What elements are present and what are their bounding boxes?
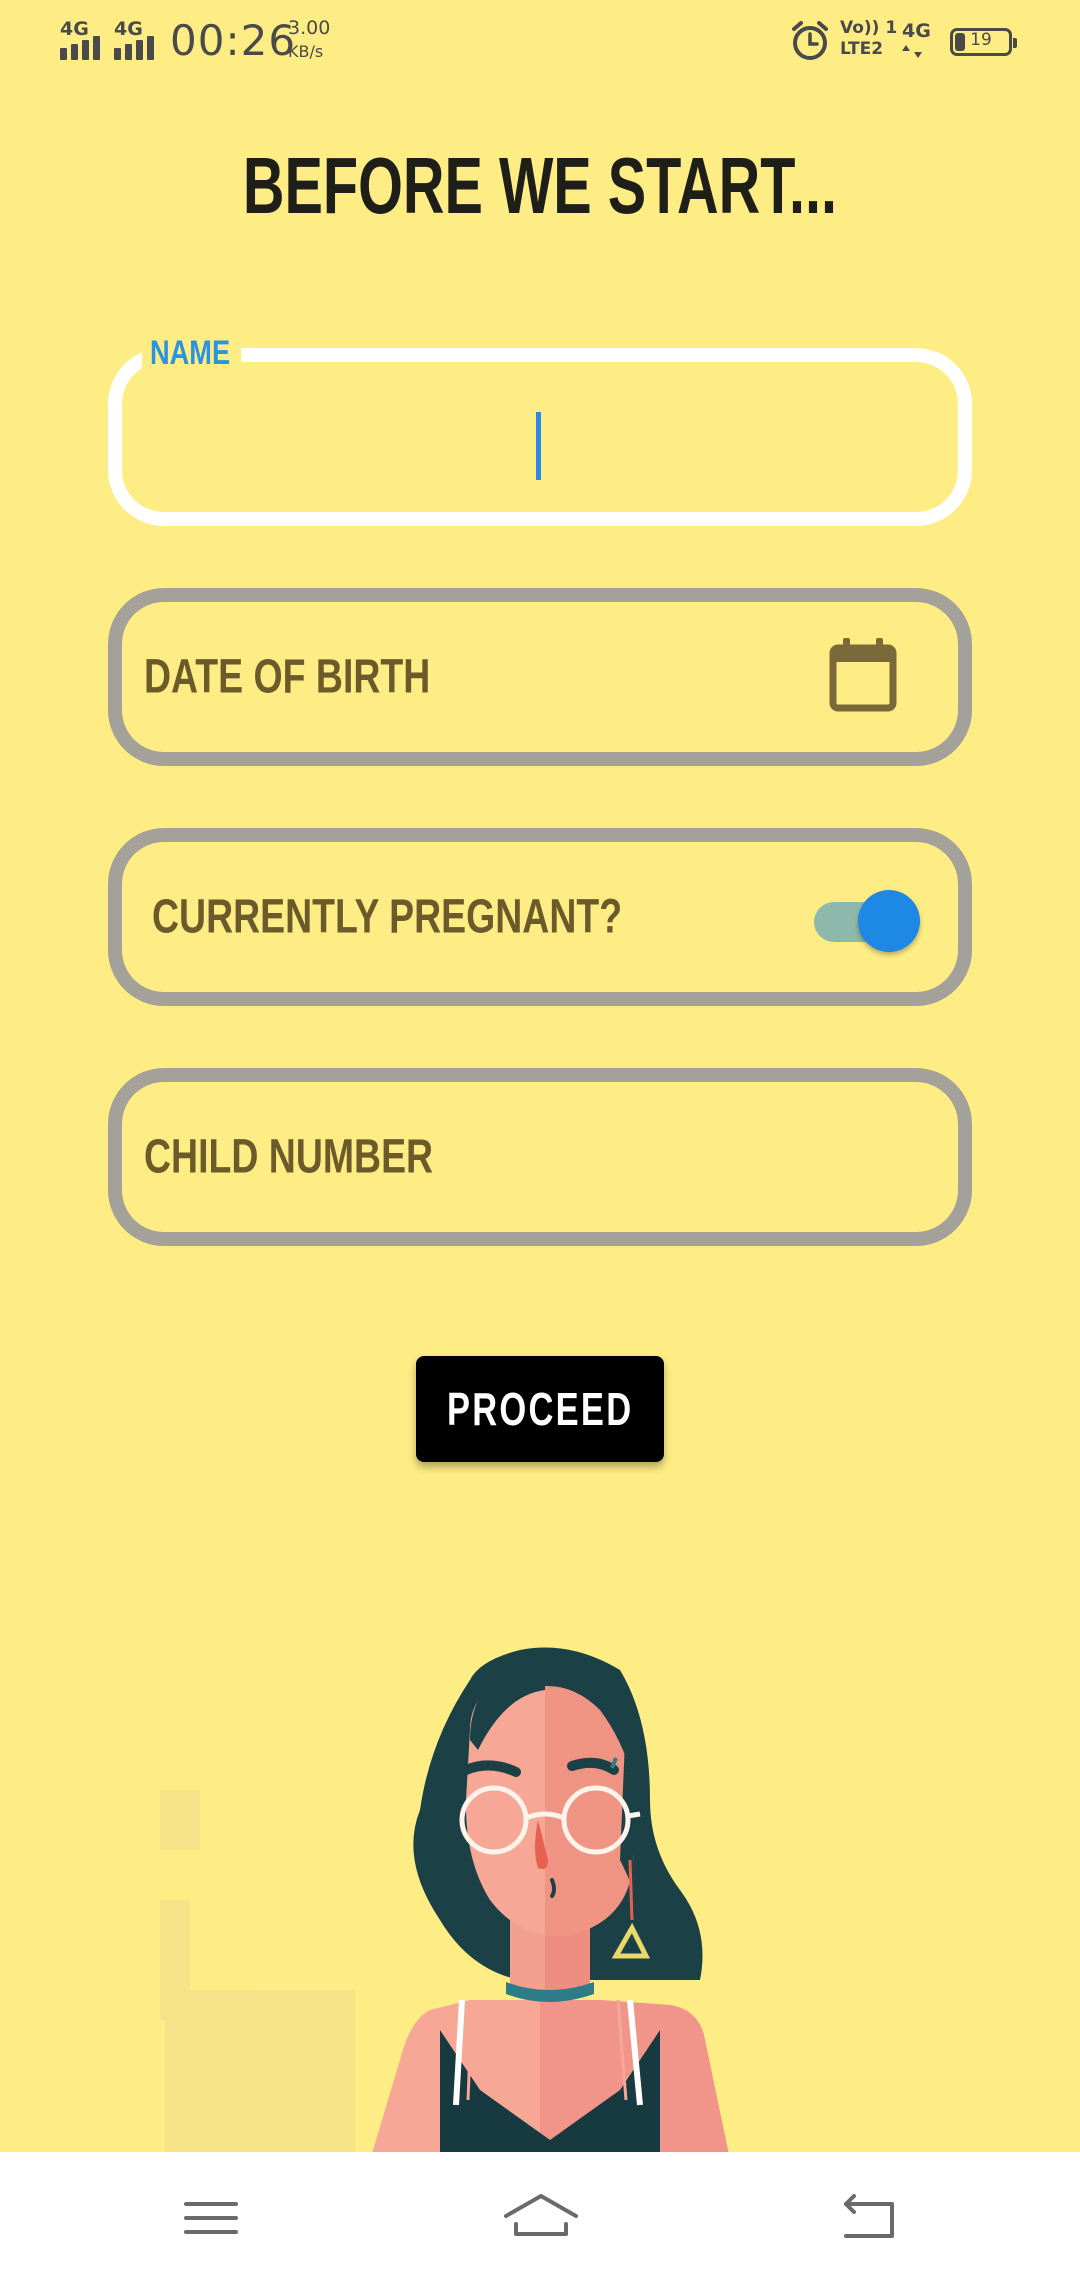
signal-sim1-icon: 4G [60,18,118,62]
sim1-network-label: 4G [60,18,89,40]
home-icon[interactable] [496,2182,586,2252]
sim2-network-label: 4G [114,18,143,40]
back-icon[interactable] [826,2182,916,2252]
network-type-indicator: 4G [902,20,942,64]
status-bar: 4G 4G 00:26 3.00 KB/s Vo)) 1 LTE2 4G 19 [0,0,1080,84]
menu-icon[interactable] [166,2182,256,2252]
proceed-button[interactable]: PROCEED [416,1356,664,1462]
woman-illustration [160,1647,730,2160]
proceed-button-label: PROCEED [447,1383,634,1435]
date-of-birth-label: DATE OF BIRTH [144,650,431,704]
battery-icon: 19 [950,28,1017,56]
volte-line2: LTE2 [840,39,884,59]
date-of-birth-field[interactable]: DATE OF BIRTH [108,588,972,766]
currently-pregnant-toggle[interactable] [812,882,922,954]
network-speed-unit: KB/s [288,42,324,61]
network-speed-value: 3.00 [288,17,331,39]
data-arrows-icon [902,45,922,58]
page-title: BEFORE WE START... [242,141,838,230]
navigation-bar [0,2152,1080,2280]
child-number-input[interactable]: CHILD NUMBER [108,1068,972,1246]
status-clock: 00:26 [170,16,297,65]
name-input[interactable]: NAME [108,334,972,526]
screen: 4G 4G 00:26 3.00 KB/s Vo)) 1 LTE2 4G 19 … [0,0,1080,2280]
text-cursor [536,412,541,480]
network-type-label: 4G [902,20,931,42]
volte-line1: Vo)) 1 [840,18,898,38]
currently-pregnant-label: CURRENTLY PREGNANT? [152,890,623,944]
calendar-icon[interactable] [828,636,898,714]
alarm-icon [792,21,828,60]
network-speed: 3.00 KB/s [288,16,348,64]
toggle-thumb [858,890,920,952]
battery-level: 19 [970,30,992,50]
volte-indicator: Vo)) 1 LTE2 [840,18,898,60]
signal-sim2-icon: 4G [114,18,172,62]
currently-pregnant-field: CURRENTLY PREGNANT? [108,828,972,1006]
name-field-label: NAME [142,334,242,373]
child-number-label: CHILD NUMBER [144,1130,434,1184]
